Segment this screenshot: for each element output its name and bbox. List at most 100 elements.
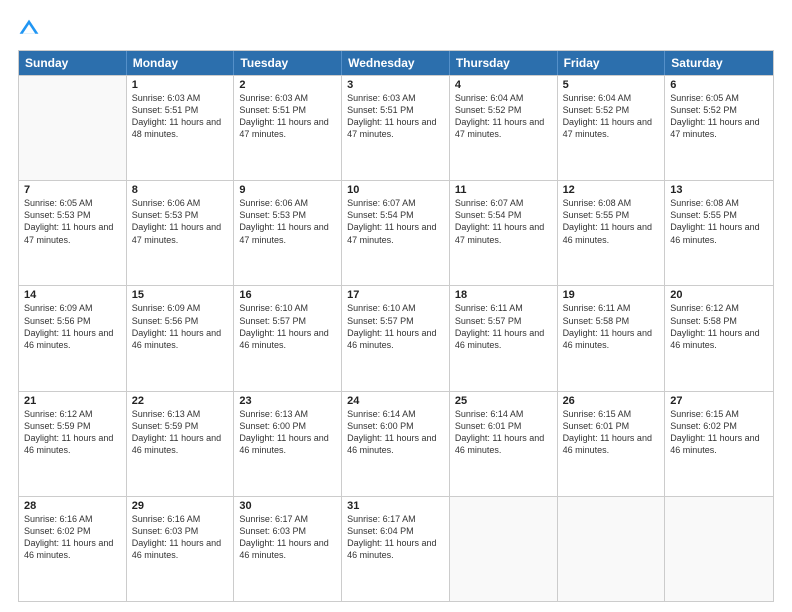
sunrise-text: Sunrise: 6:08 AM (563, 197, 660, 209)
day-number: 28 (24, 500, 121, 512)
daylight-text: Daylight: 11 hours and 46 minutes. (239, 432, 336, 456)
sunset-text: Sunset: 5:51 PM (347, 104, 444, 116)
calendar-cell: 8Sunrise: 6:06 AMSunset: 5:53 PMDaylight… (127, 181, 235, 285)
sunset-text: Sunset: 5:53 PM (24, 209, 121, 221)
sunset-text: Sunset: 5:51 PM (132, 104, 229, 116)
daylight-text: Daylight: 11 hours and 47 minutes. (132, 221, 229, 245)
daylight-text: Daylight: 11 hours and 47 minutes. (563, 116, 660, 140)
day-number: 29 (132, 500, 229, 512)
header-day-tuesday: Tuesday (234, 51, 342, 75)
calendar-cell: 28Sunrise: 6:16 AMSunset: 6:02 PMDayligh… (19, 497, 127, 601)
sunset-text: Sunset: 5:52 PM (455, 104, 552, 116)
daylight-text: Daylight: 11 hours and 46 minutes. (563, 327, 660, 351)
sunset-text: Sunset: 6:02 PM (24, 525, 121, 537)
daylight-text: Daylight: 11 hours and 47 minutes. (670, 116, 768, 140)
sunrise-text: Sunrise: 6:09 AM (24, 302, 121, 314)
sunset-text: Sunset: 5:57 PM (455, 315, 552, 327)
day-number: 25 (455, 395, 552, 407)
daylight-text: Daylight: 11 hours and 47 minutes. (455, 116, 552, 140)
sunrise-text: Sunrise: 6:14 AM (347, 408, 444, 420)
sunrise-text: Sunrise: 6:11 AM (563, 302, 660, 314)
sunset-text: Sunset: 6:04 PM (347, 525, 444, 537)
sunrise-text: Sunrise: 6:03 AM (347, 92, 444, 104)
daylight-text: Daylight: 11 hours and 47 minutes. (455, 221, 552, 245)
header (18, 18, 774, 40)
calendar-cell: 12Sunrise: 6:08 AMSunset: 5:55 PMDayligh… (558, 181, 666, 285)
day-number: 12 (563, 184, 660, 196)
sunrise-text: Sunrise: 6:16 AM (24, 513, 121, 525)
calendar-row-1: 1Sunrise: 6:03 AMSunset: 5:51 PMDaylight… (19, 75, 773, 180)
day-number: 16 (239, 289, 336, 301)
calendar-row-5: 28Sunrise: 6:16 AMSunset: 6:02 PMDayligh… (19, 496, 773, 601)
day-number: 21 (24, 395, 121, 407)
calendar-cell: 26Sunrise: 6:15 AMSunset: 6:01 PMDayligh… (558, 392, 666, 496)
calendar-cell: 5Sunrise: 6:04 AMSunset: 5:52 PMDaylight… (558, 76, 666, 180)
daylight-text: Daylight: 11 hours and 46 minutes. (670, 221, 768, 245)
day-number: 11 (455, 184, 552, 196)
sunrise-text: Sunrise: 6:17 AM (239, 513, 336, 525)
sunset-text: Sunset: 5:55 PM (670, 209, 768, 221)
calendar-cell: 24Sunrise: 6:14 AMSunset: 6:00 PMDayligh… (342, 392, 450, 496)
calendar-row-3: 14Sunrise: 6:09 AMSunset: 5:56 PMDayligh… (19, 285, 773, 390)
calendar-body: 1Sunrise: 6:03 AMSunset: 5:51 PMDaylight… (19, 75, 773, 601)
calendar-cell: 20Sunrise: 6:12 AMSunset: 5:58 PMDayligh… (665, 286, 773, 390)
sunrise-text: Sunrise: 6:05 AM (24, 197, 121, 209)
sunrise-text: Sunrise: 6:15 AM (563, 408, 660, 420)
calendar-cell: 30Sunrise: 6:17 AMSunset: 6:03 PMDayligh… (234, 497, 342, 601)
calendar-cell: 13Sunrise: 6:08 AMSunset: 5:55 PMDayligh… (665, 181, 773, 285)
sunset-text: Sunset: 5:52 PM (670, 104, 768, 116)
calendar-header: SundayMondayTuesdayWednesdayThursdayFrid… (19, 51, 773, 75)
calendar-cell: 10Sunrise: 6:07 AMSunset: 5:54 PMDayligh… (342, 181, 450, 285)
daylight-text: Daylight: 11 hours and 46 minutes. (347, 432, 444, 456)
sunset-text: Sunset: 6:03 PM (239, 525, 336, 537)
day-number: 13 (670, 184, 768, 196)
calendar-cell (450, 497, 558, 601)
daylight-text: Daylight: 11 hours and 47 minutes. (239, 116, 336, 140)
page: SundayMondayTuesdayWednesdayThursdayFrid… (0, 0, 792, 612)
sunrise-text: Sunrise: 6:13 AM (239, 408, 336, 420)
daylight-text: Daylight: 11 hours and 46 minutes. (239, 327, 336, 351)
sunrise-text: Sunrise: 6:12 AM (670, 302, 768, 314)
calendar-row-4: 21Sunrise: 6:12 AMSunset: 5:59 PMDayligh… (19, 391, 773, 496)
sunset-text: Sunset: 5:51 PM (239, 104, 336, 116)
sunrise-text: Sunrise: 6:15 AM (670, 408, 768, 420)
day-number: 23 (239, 395, 336, 407)
header-day-sunday: Sunday (19, 51, 127, 75)
sunrise-text: Sunrise: 6:17 AM (347, 513, 444, 525)
day-number: 26 (563, 395, 660, 407)
calendar-cell: 4Sunrise: 6:04 AMSunset: 5:52 PMDaylight… (450, 76, 558, 180)
day-number: 31 (347, 500, 444, 512)
daylight-text: Daylight: 11 hours and 47 minutes. (347, 116, 444, 140)
sunrise-text: Sunrise: 6:09 AM (132, 302, 229, 314)
day-number: 8 (132, 184, 229, 196)
sunrise-text: Sunrise: 6:13 AM (132, 408, 229, 420)
calendar-cell: 15Sunrise: 6:09 AMSunset: 5:56 PMDayligh… (127, 286, 235, 390)
calendar-cell: 3Sunrise: 6:03 AMSunset: 5:51 PMDaylight… (342, 76, 450, 180)
sunset-text: Sunset: 6:00 PM (347, 420, 444, 432)
logo-icon (18, 18, 40, 40)
sunset-text: Sunset: 5:56 PM (24, 315, 121, 327)
daylight-text: Daylight: 11 hours and 46 minutes. (347, 327, 444, 351)
calendar-cell (558, 497, 666, 601)
day-number: 20 (670, 289, 768, 301)
calendar-cell: 23Sunrise: 6:13 AMSunset: 6:00 PMDayligh… (234, 392, 342, 496)
day-number: 5 (563, 79, 660, 91)
sunrise-text: Sunrise: 6:10 AM (239, 302, 336, 314)
calendar: SundayMondayTuesdayWednesdayThursdayFrid… (18, 50, 774, 602)
sunset-text: Sunset: 5:54 PM (455, 209, 552, 221)
sunset-text: Sunset: 6:01 PM (563, 420, 660, 432)
daylight-text: Daylight: 11 hours and 46 minutes. (563, 221, 660, 245)
day-number: 9 (239, 184, 336, 196)
day-number: 27 (670, 395, 768, 407)
day-number: 30 (239, 500, 336, 512)
daylight-text: Daylight: 11 hours and 46 minutes. (132, 432, 229, 456)
day-number: 6 (670, 79, 768, 91)
day-number: 14 (24, 289, 121, 301)
sunset-text: Sunset: 6:00 PM (239, 420, 336, 432)
sunset-text: Sunset: 5:53 PM (239, 209, 336, 221)
calendar-cell: 21Sunrise: 6:12 AMSunset: 5:59 PMDayligh… (19, 392, 127, 496)
sunset-text: Sunset: 5:59 PM (132, 420, 229, 432)
daylight-text: Daylight: 11 hours and 47 minutes. (239, 221, 336, 245)
sunrise-text: Sunrise: 6:12 AM (24, 408, 121, 420)
sunset-text: Sunset: 5:52 PM (563, 104, 660, 116)
